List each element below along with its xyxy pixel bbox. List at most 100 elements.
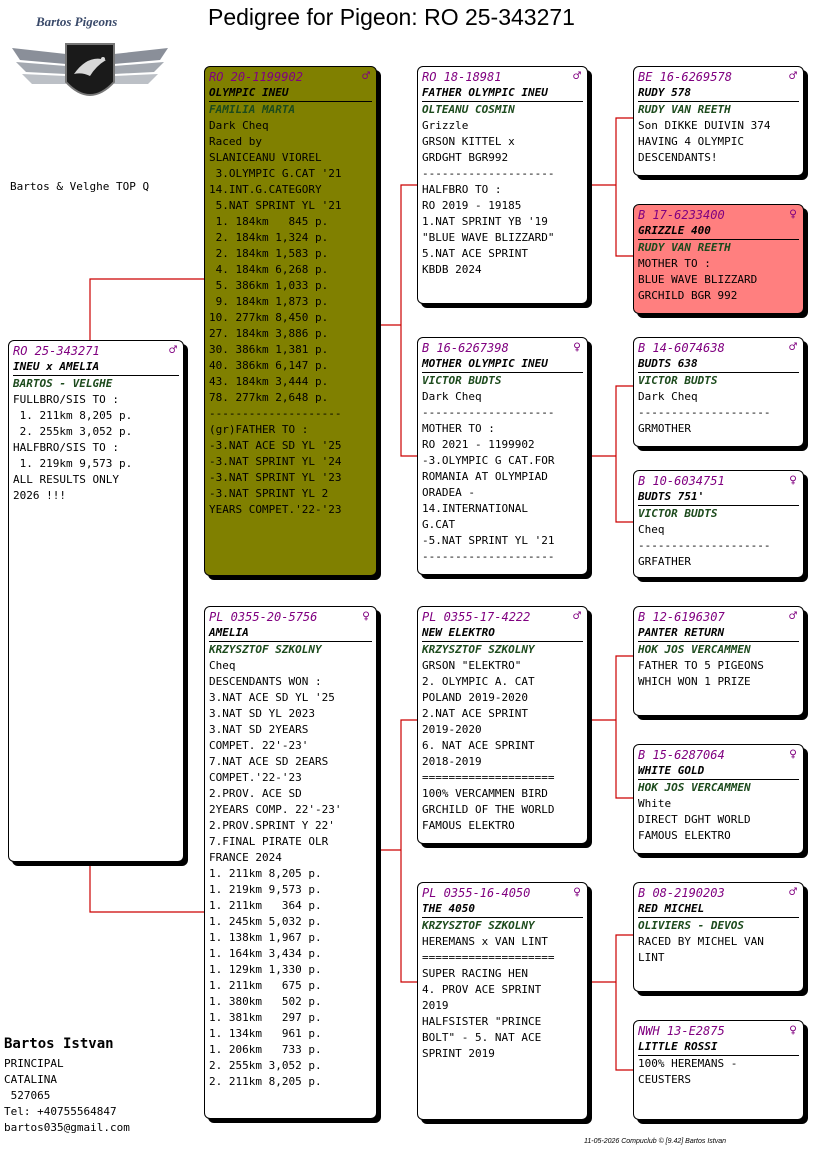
pigeon-card-sire-dam[interactable]: B 16-6267398 ♀ MOTHER OLYMPIC INEU VICTOR… xyxy=(417,337,588,575)
pigeon-card-ddd[interactable]: NWH 13-E2875 ♀ LITTLE ROSSI 100% HEREMANS… xyxy=(633,1020,804,1120)
note-line: HALFBRO/SIS TO : xyxy=(13,441,119,454)
breeder-name: VICTOR BUDTS xyxy=(422,374,502,387)
pigeon-card-dds[interactable]: B 08-2190203 ♂ RED MICHEL OLIVIERS - DEVO… xyxy=(633,882,804,992)
note-line: MOTHER TO : xyxy=(422,422,495,435)
owner-phone: Tel: +40755564847 xyxy=(4,1105,117,1118)
note-line: HALFBRO TO : xyxy=(422,183,502,196)
card-notes: 100% HEREMANS - CEUSTERS xyxy=(638,1056,799,1088)
note-line: GRFATHER xyxy=(638,555,691,568)
card-notes: HEREMANS x VAN LINT ==================== S… xyxy=(422,934,583,1062)
note-line: 30. 386km 1,381 p. xyxy=(209,343,329,356)
pigeon-card-ssd[interactable]: B 17-6233400 ♀ GRIZZLE 400 RUDY VAN REETH… xyxy=(633,204,804,314)
note-line: KBDB 2024 xyxy=(422,263,482,276)
note-line: YEARS COMPET.'22-'23 xyxy=(209,503,342,516)
pigeon-card-sire[interactable]: RO 20-1199902 ♂ OLYMPIC INEU FAMILIA MART… xyxy=(204,66,377,576)
note-line: 1. 164km 3,434 p. xyxy=(209,947,322,960)
note-line: -------------------- xyxy=(422,406,555,419)
ring-number: B 16-6267398 xyxy=(422,341,509,355)
pigeon-card-sire-sire[interactable]: RO 18-18981 ♂ FATHER OLYMPIC INEU OLTEANU… xyxy=(417,66,588,304)
card-notes: Grizzle GRSON KITTEL x GRDGHT BGR992 ------… xyxy=(422,118,583,278)
note-line: 2.NAT ACE SPRINT xyxy=(422,707,528,720)
pigeon-name: BUDTS 751' xyxy=(638,489,799,506)
male-icon: ♂ xyxy=(789,609,797,624)
note-line: ALL RESULTS ONLY xyxy=(13,473,119,486)
note-line: 2. 184km 1,324 p. xyxy=(209,231,329,244)
note-line: COMPET. 22'-23' xyxy=(209,739,309,752)
pigeon-card-dsd[interactable]: B 15-6287064 ♀ WHITE GOLD HOK JOS VERCAMM… xyxy=(633,744,804,854)
note-line: 1. 211km 675 p. xyxy=(209,979,322,992)
note-line: 43. 184km 3,444 p. xyxy=(209,375,329,388)
pigeon-card-sds[interactable]: B 14-6074638 ♂ BUDTS 638 VICTOR BUDTS Dar… xyxy=(633,337,804,447)
female-icon: ♀ xyxy=(573,885,581,900)
ring-number: PL 0355-17-4222 xyxy=(422,610,531,624)
card-notes: Son DIKKE DUIVIN 374 HAVING 4 OLYMPIC DESC… xyxy=(638,118,799,166)
note-line: 27. 184km 3,886 p. xyxy=(209,327,329,340)
female-icon: ♀ xyxy=(362,609,370,624)
note-line: 1. 219km 9,573 p. xyxy=(209,883,322,896)
card-header: BE 16-6269578 ♂ xyxy=(638,69,799,85)
pigeon-name: AMELIA xyxy=(209,625,372,642)
note-line: ROMANIA AT OLYMPIAD xyxy=(422,470,548,483)
owner-block: Bartos Istvan PRINCIPAL CATALINA 527065 … xyxy=(4,1034,130,1136)
note-line: GRDGHT BGR992 xyxy=(422,151,509,164)
note-line: Grizzle xyxy=(422,119,469,132)
card-notes: FULLBRO/SIS TO : 1. 211km 8,205 p. 2. 25… xyxy=(13,392,179,504)
pigeon-name: RED MICHEL xyxy=(638,901,799,918)
note-line: RO 2019 - 19185 xyxy=(422,199,522,212)
breeder-name: KRZYSZTOF SZKOLNY xyxy=(422,919,535,932)
note-line: (gr)FATHER TO : xyxy=(209,423,309,436)
pigeon-card-sss[interactable]: BE 16-6269578 ♂ RUDY 578 RUDY VAN REETH S… xyxy=(633,66,804,176)
card-header: PL 0355-17-4222 ♂ xyxy=(422,609,583,625)
note-line: COMPET.'22-'23 xyxy=(209,771,302,784)
card-header: B 16-6267398 ♀ xyxy=(422,340,583,356)
note-line: 1. 219km 9,573 p. xyxy=(13,457,133,470)
pigeon-name: GRIZZLE 400 xyxy=(638,223,799,240)
ring-number: NWH 13-E2875 xyxy=(638,1024,725,1038)
note-line: WHICH WON 1 PRIZE xyxy=(638,675,751,688)
ring-number: B 14-6074638 xyxy=(638,341,725,355)
note-line: -5.NAT SPRINT YL '21 xyxy=(422,534,555,547)
footer-credit: 11-05-2026 Compuclub © [9.42] Bartos Ist… xyxy=(584,1138,726,1145)
note-line: RO 2021 - 1199902 xyxy=(422,438,535,451)
card-header: RO 18-18981 ♂ xyxy=(422,69,583,85)
male-icon: ♂ xyxy=(573,69,581,84)
note-line: 100% VERCAMMEN BIRD xyxy=(422,787,548,800)
pigeon-card-dam-sire[interactable]: PL 0355-17-4222 ♂ NEW ELEKTRO KRZYSZTOF S… xyxy=(417,606,588,844)
card-header: PL 0355-20-5756 ♀ xyxy=(209,609,372,625)
ring-number: BE 16-6269578 xyxy=(638,70,732,84)
note-line: -------------------- xyxy=(209,407,342,420)
note-line: -3.OLYMPIC G CAT.FOR xyxy=(422,454,555,467)
note-line: 2026 !!! xyxy=(13,489,66,502)
card-header: NWH 13-E2875 ♀ xyxy=(638,1023,799,1039)
card-header: RO 20-1199902 ♂ xyxy=(209,69,372,85)
male-icon: ♂ xyxy=(362,69,370,84)
owner-email[interactable]: bartos035@gmail.com xyxy=(4,1120,130,1136)
pigeon-card-dam[interactable]: PL 0355-20-5756 ♀ AMELIA KRZYSZTOF SZKOLN… xyxy=(204,606,377,1119)
breeder-name: VICTOR BUDTS xyxy=(638,374,718,387)
note-line: 1. 380km 502 p. xyxy=(209,995,322,1008)
pigeon-card-dss[interactable]: B 12-6196307 ♂ PANTER RETURN HOK JOS VERC… xyxy=(633,606,804,716)
note-line: 2. 184km 1,583 p. xyxy=(209,247,329,260)
note-line: 1. 211km 364 p. xyxy=(209,899,322,912)
pigeon-card-sdd[interactable]: B 10-6034751 ♀ BUDTS 751' VICTOR BUDTS Ch… xyxy=(633,470,804,578)
note-line: 2.PROV. ACE SD xyxy=(209,787,302,800)
pigeon-card-subject[interactable]: RO 25-343271 ♂ INEU x AMELIA BARTOS - VEL… xyxy=(8,340,184,862)
note-line: -3.NAT SPRINT YL '23 xyxy=(209,471,342,484)
note-line: "BLUE WAVE BLIZZARD" xyxy=(422,231,555,244)
note-line: 3.OLYMPIC G.CAT '21 xyxy=(209,167,342,180)
note-line: 7.NAT ACE SD 2EARS xyxy=(209,755,329,768)
pigeon-card-dam-dam[interactable]: PL 0355-16-4050 ♀ THE 4050 KRZYSZTOF SZKO… xyxy=(417,882,588,1120)
note-line: 14.INTERNATIONAL xyxy=(422,502,528,515)
note-line: 40. 386km 6,147 p. xyxy=(209,359,329,372)
ring-number: B 08-2190203 xyxy=(638,886,725,900)
card-header: B 17-6233400 ♀ xyxy=(638,207,799,223)
card-notes: Dark Cheq -------------------- GRMOTHER xyxy=(638,389,799,437)
note-line: GRSON KITTEL x xyxy=(422,135,515,148)
note-line: 100% HEREMANS - xyxy=(638,1057,738,1070)
breeder-name: OLTEANU COSMIN xyxy=(422,103,515,116)
pigeon-name: INEU x AMELIA xyxy=(13,359,179,376)
ring-number: B 12-6196307 xyxy=(638,610,725,624)
note-line: -------------------- xyxy=(638,539,771,552)
card-notes: Cheq DESCENDANTS WON : 3.NAT ACE SD YL '25… xyxy=(209,658,372,1090)
note-line: Dark Cheq xyxy=(638,390,698,403)
